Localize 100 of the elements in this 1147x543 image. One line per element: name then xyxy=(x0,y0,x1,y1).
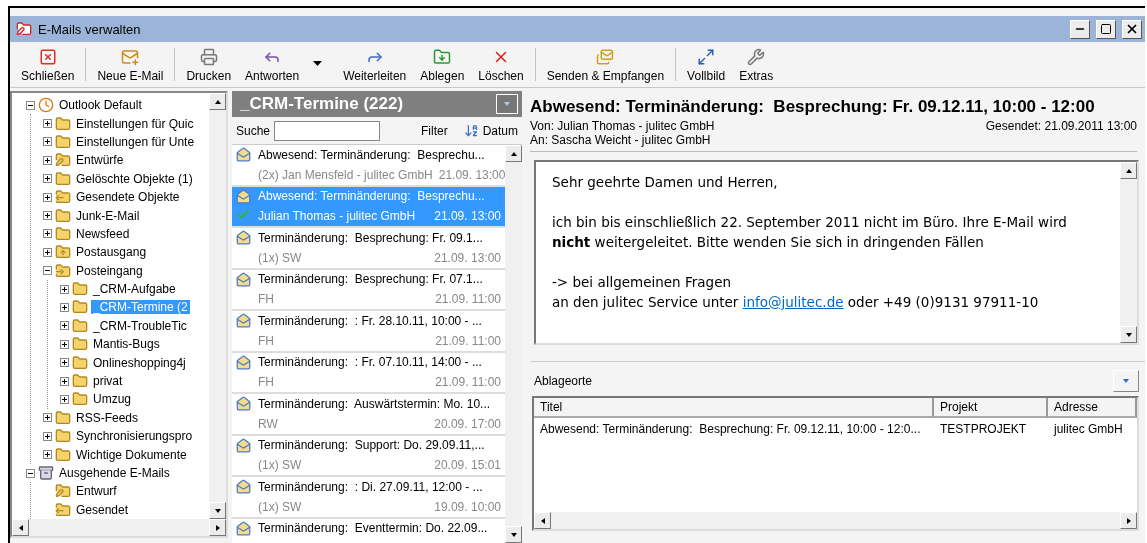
dropdown-button[interactable] xyxy=(1113,370,1139,392)
folder-tree-item[interactable]: privat xyxy=(91,374,125,389)
expand-toggle[interactable] xyxy=(60,321,69,331)
message-item[interactable]: Terminänderung: : Fr. 28.10.11, 10:00 - ... FH 21.09. 11:00 xyxy=(232,311,505,353)
toolbar-button[interactable]: Löschen xyxy=(471,44,531,85)
message-item[interactable]: Terminänderung: Eventtermin: Do. 22.09... xyxy=(232,518,505,543)
scrollbar[interactable] xyxy=(1120,162,1137,343)
collapse-toggle[interactable] xyxy=(26,468,35,478)
toolbar-button[interactable]: Extras xyxy=(732,44,781,85)
plus-icon xyxy=(61,359,68,367)
scrollbar[interactable] xyxy=(534,512,1137,529)
expand-toggle[interactable] xyxy=(60,303,69,312)
expand-toggle[interactable] xyxy=(60,376,69,386)
folder-pen-icon xyxy=(55,483,71,500)
expand-toggle[interactable] xyxy=(43,155,52,165)
scrollbar[interactable] xyxy=(209,93,226,519)
folder-tree-item[interactable]: Gesendet xyxy=(74,502,131,517)
folder-tree-item[interactable]: _CRM-TroubleTic xyxy=(91,318,189,333)
toolbar-button[interactable]: Schließen xyxy=(14,44,82,85)
plus-icon xyxy=(44,414,51,422)
email-subject: Abwesend: Terminänderung: Besprechung: Fr. 09.12.11, 10:00 - 12:00 xyxy=(530,97,1096,117)
collapse-toggle[interactable] xyxy=(26,100,35,110)
expand-toggle[interactable] xyxy=(43,174,52,184)
scrollbar[interactable] xyxy=(505,145,522,543)
close-button[interactable] xyxy=(1122,19,1142,39)
expand-toggle[interactable] xyxy=(43,247,52,257)
folder-tree-item[interactable]: _CRM-Aufgabe xyxy=(91,282,178,297)
folder-icon xyxy=(55,225,71,242)
toolbar-button[interactable]: Drucken xyxy=(179,44,239,85)
folder-tree-item[interactable]: Gelöschte Objekte (1) xyxy=(74,171,195,186)
folder-tree-item[interactable]: Newsfeed xyxy=(74,226,132,241)
plus-icon xyxy=(44,138,51,146)
folder-tree-item[interactable]: Junk-E-Mail xyxy=(74,208,142,223)
sort-button[interactable]: Datum xyxy=(463,123,518,138)
minimize-button[interactable] xyxy=(1070,19,1090,39)
message-item[interactable]: Terminänderung: : Di. 27.09.11, 12:00 - ... (1x) SW 19.09. 10:00 xyxy=(232,477,505,519)
scrollbar[interactable] xyxy=(12,519,226,536)
column-header[interactable]: Projekt xyxy=(934,398,1048,418)
plus-icon xyxy=(61,304,68,311)
message-item[interactable]: Abwesend: Terminänderung: Besprechu... (2x) Jan Mensfeld - julitec GmbH 21.09. 13:00 xyxy=(232,145,505,187)
folder-tree-item[interactable]: Umzug xyxy=(91,392,133,407)
folder-arrow-icon xyxy=(55,244,71,261)
filter-link[interactable]: Filter xyxy=(421,123,448,138)
maximize-button[interactable] xyxy=(1096,19,1116,39)
folder-tree-item[interactable]: Entwürfe xyxy=(74,153,126,168)
folder-tree-item[interactable]: Wichtige Dokumente xyxy=(74,447,189,462)
expand-toggle[interactable] xyxy=(43,211,52,221)
email-link[interactable]: info@julitec.de xyxy=(742,294,844,310)
expand-toggle[interactable] xyxy=(43,119,52,129)
expand-toggle[interactable] xyxy=(60,358,69,368)
message-item[interactable]: Terminänderung: Auswärtstermin: Mo. 10... RW 20.09. 17:00 xyxy=(232,394,505,436)
folder-tree-item[interactable]: Gesendete Objekte xyxy=(74,190,182,205)
folder-tree-item[interactable]: Entwurf xyxy=(74,484,119,499)
message-item[interactable]: Terminänderung: Support: Do. 29.09.11,... (1x) SW 20.09. 15:01 xyxy=(232,435,505,477)
expand-toggle[interactable] xyxy=(60,284,69,294)
search-field[interactable] xyxy=(274,120,381,141)
folder-tree-item[interactable]: Mantis-Bugs xyxy=(91,337,162,352)
folder-tree-item[interactable]: Einstellungen für Unte xyxy=(74,134,197,149)
folder-tree-item[interactable]: Onlineshopping4j xyxy=(91,355,188,370)
toolbar-button[interactable]: Weiterleiten xyxy=(336,44,414,85)
expand-toggle[interactable] xyxy=(43,431,52,441)
folder-tree-item[interactable]: Outlook Default xyxy=(57,98,144,113)
toolbar-button[interactable]: Vollbild xyxy=(680,44,733,85)
message-subject: Terminänderung: Besprechung: Fr. 09.1... xyxy=(258,230,484,245)
toolbar-button[interactable]: Senden & Empfangen xyxy=(539,44,672,85)
folder-tree-item[interactable]: Ausgehende E-Mails xyxy=(57,466,172,480)
expand-toggle[interactable] xyxy=(43,413,52,423)
toolbar-button[interactable]: Antworten xyxy=(238,44,337,85)
folder-tree-item[interactable]: Posteingang xyxy=(74,263,145,278)
plus-icon xyxy=(44,193,51,201)
toolbar-button[interactable]: Neue E-Mail xyxy=(90,44,171,85)
folder-tree-item[interactable]: RSS-Feeds xyxy=(74,410,141,425)
message-subject: Abwesend: Terminänderung: Besprechu... xyxy=(258,189,486,204)
column-header[interactable]: Titel xyxy=(534,398,934,418)
window-title: E-Mails verwalten xyxy=(38,21,142,37)
envelope-icon xyxy=(236,271,251,287)
plus-icon xyxy=(44,248,51,256)
table-cell-text: julitec GmbH xyxy=(1052,421,1124,438)
toolbar-button[interactable]: Ablegen xyxy=(413,44,472,85)
folder-tree-item[interactable]: Postausgang xyxy=(74,245,149,260)
collapse-toggle[interactable] xyxy=(43,266,52,276)
folder-tree-item[interactable]: Einstellungen für Quic xyxy=(74,116,196,131)
dropdown-button[interactable] xyxy=(496,94,518,114)
expand-toggle[interactable] xyxy=(43,137,52,147)
email-paragraph: -> bei allgemeinen Fragen xyxy=(552,273,732,292)
folder-arrow-icon xyxy=(55,262,71,279)
message-item[interactable]: Terminänderung: Besprechung: Fr. 09.1... (1x) SW 21.09. 13:00 xyxy=(232,228,505,270)
expand-toggle[interactable] xyxy=(43,192,52,202)
message-sender: FH xyxy=(258,375,274,390)
expand-toggle[interactable] xyxy=(43,229,52,239)
message-sender: Julian Thomas - julitec GmbH xyxy=(258,209,416,224)
message-item[interactable]: Terminänderung: Besprechung: Fr. 07.1... FH 21.09. 11:00 xyxy=(232,269,505,311)
column-header[interactable]: Adresse xyxy=(1048,398,1137,418)
message-date: 21.09. 13:00 xyxy=(434,250,501,265)
message-item[interactable]: Terminänderung: : Fr. 07.10.11, 14:00 - ... FH 21.09. 11:00 xyxy=(232,352,505,394)
expand-toggle[interactable] xyxy=(60,394,69,404)
folder-tree-item[interactable]: Synchronisierungspro xyxy=(74,429,195,444)
expand-toggle[interactable] xyxy=(43,450,52,460)
envelope-icon xyxy=(236,188,251,204)
expand-toggle[interactable] xyxy=(60,339,69,349)
